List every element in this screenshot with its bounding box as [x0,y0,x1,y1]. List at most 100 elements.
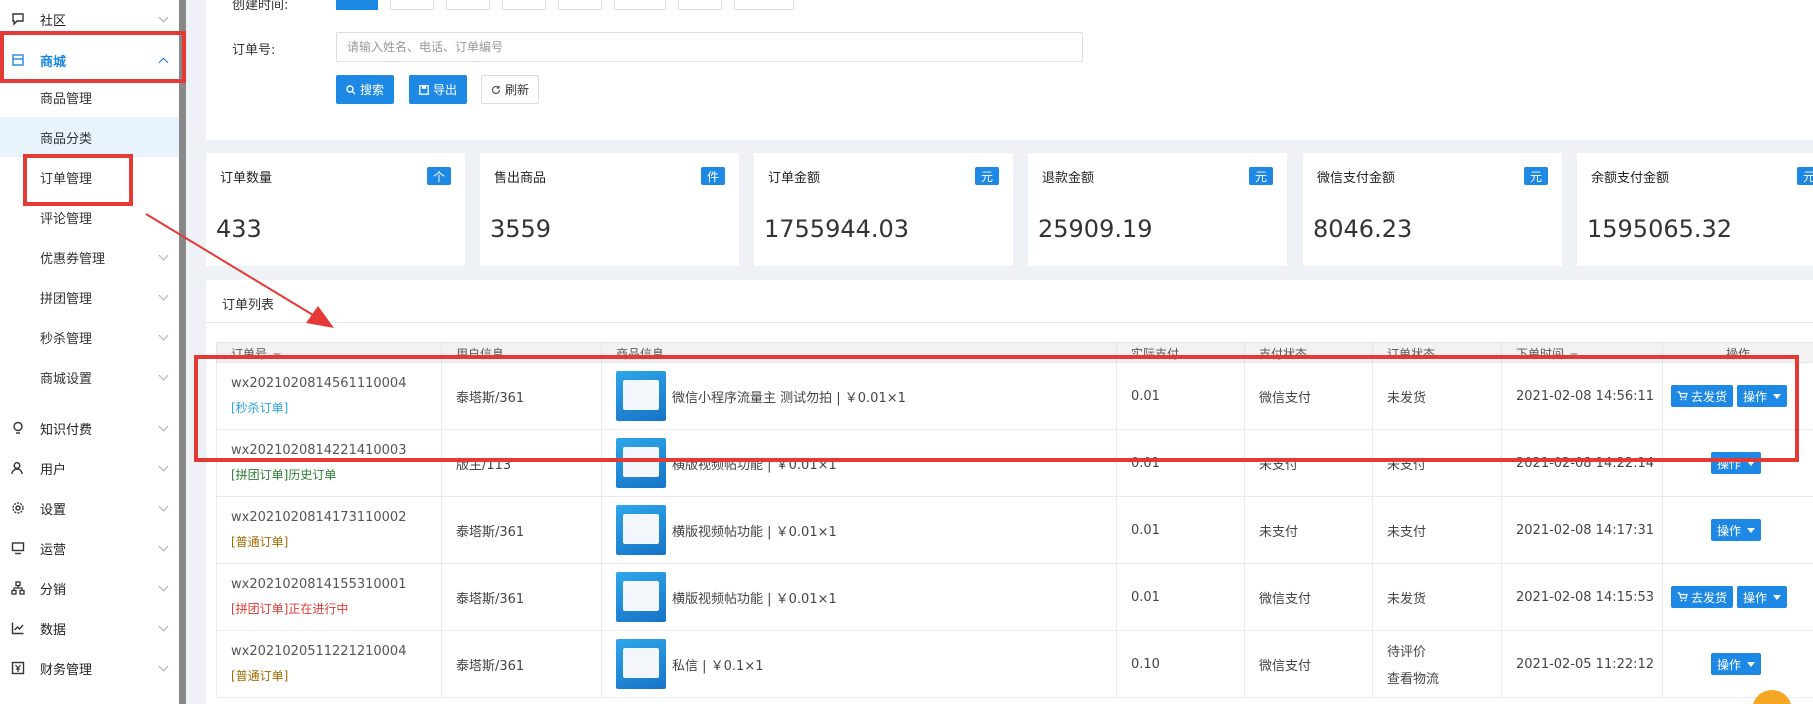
time-chip[interactable] [558,0,602,10]
order-status-cell: 未支付 [1372,429,1502,497]
order-number[interactable]: wx2021020511221210004 [231,644,441,659]
time-chip[interactable] [502,0,546,10]
goods-text: 微信小程序流量主 测试勿拍 | ￥0.01×1 [672,390,906,406]
goods-text: 横版视频帖功能 | ￥0.01×1 [672,457,837,473]
time-chip[interactable] [614,0,666,10]
stat-unit-badge: 元 [1524,167,1548,185]
sidebar-sub-reviews[interactable]: 评论管理 [0,197,179,237]
order-number[interactable]: wx2021020814155310001 [231,577,441,592]
sidebar-item-operations[interactable]: 运营 [0,529,179,567]
operation-dropdown[interactable]: 操作 [1710,452,1761,474]
caret-down-icon [1747,460,1755,466]
order-no-label: 订单号: [232,43,276,58]
column-header-label: 下单时间 [1516,347,1565,361]
refresh-button[interactable]: 刷新 [481,75,539,104]
chevron-down-icon [158,541,169,551]
order-status-cell: 未支付 [1372,496,1502,564]
order-status-cell: 待评价 查看物流 [1372,630,1502,698]
export-button[interactable]: 导出 [409,75,467,104]
product-thumbnail [616,505,666,555]
sidebar-sub-categories[interactable]: 商品分类 [0,117,179,157]
operation-dropdown[interactable]: 操作 [1710,519,1761,541]
time-chip[interactable] [678,0,722,10]
column-header-label: 用户信息 [456,347,505,361]
stat-unit-badge: 个 [427,167,451,185]
column-header-label: 操作 [1725,347,1750,361]
order-status-cell: 未发货 [1372,362,1502,430]
stat-value: 1755944.03 [764,215,910,243]
sidebar-item-knowledge[interactable]: 知识付费 [0,409,179,447]
table-row: wx2021020814155310001 [拼团订单]正在进行中 泰塔斯/361… [216,563,1813,631]
sort-icon[interactable] [273,353,282,358]
order-search-input[interactable] [336,32,1083,62]
sidebar-sub-group-buy[interactable]: 拼团管理 [0,277,179,317]
column-header-order-no[interactable]: 订单号 [216,342,442,363]
caret-down-icon [1773,393,1782,399]
chevron-down-icon [158,661,169,671]
time-chip-all[interactable] [336,0,378,10]
ship-button[interactable]: 去发货 [1671,385,1734,407]
search-button[interactable]: 搜索 [336,75,394,104]
operation-dropdown[interactable]: 操作 [1737,586,1788,608]
actions-cell: 操作 [1662,630,1813,698]
time-chip[interactable] [446,0,490,10]
order-number[interactable]: wx2021020814221410003 [231,443,441,458]
pay-status-cell: 微信支付 [1244,630,1373,698]
ship-button-label: 去发货 [1691,389,1728,404]
sidebar-sub-orders[interactable]: 订单管理 [0,157,179,197]
view-logistics-link[interactable]: 查看物流 [1387,668,1501,687]
sidebar-sub-coupons[interactable]: 优惠券管理 [0,237,179,277]
sidebar-item-label: 设置 [40,502,67,518]
caret-down-icon [1747,661,1755,667]
divider [206,322,1813,323]
chevron-down-icon [158,461,169,471]
column-header-label: 订单状态 [1387,347,1436,361]
sidebar-item-label: 知识付费 [40,422,93,438]
sidebar-sub-mall-settings[interactable]: 商城设置 [0,357,179,397]
actions-cell: 操作 [1662,496,1813,564]
sidebar-item-community[interactable]: 社区 [0,0,179,38]
operation-label: 操作 [1743,590,1768,605]
pay-status-cell: 未支付 [1244,496,1373,564]
sidebar-sub-products[interactable]: 商品管理 [0,77,179,117]
operation-dropdown[interactable]: 操作 [1737,385,1788,407]
sidebar-item-finance[interactable]: 财务管理 [0,649,179,687]
table-row: wx2021020814221410003 [拼团订单]历史订单 版主/113 横… [216,429,1813,497]
operation-dropdown[interactable]: 操作 [1710,653,1761,675]
goods-text: 私信 | ￥0.1×1 [672,658,764,674]
stat-unit-badge: 元 [975,167,999,185]
order-number[interactable]: wx2021020814173110002 [231,510,441,525]
time-cell: 2021-02-08 14:15:53 [1501,563,1663,631]
time-chip[interactable] [390,0,434,10]
sidebar-item-mall[interactable]: 商城 [0,41,179,79]
column-header-label: 支付状态 [1259,347,1308,361]
sidebar-sub-label: 商品分类 [40,131,93,147]
paid-cell: 0.01 [1116,563,1245,631]
stat-title: 微信支付金额 [1317,171,1396,186]
sidebar-item-users[interactable]: 用户 [0,449,179,487]
sidebar-item-distribution[interactable]: 分销 [0,569,179,607]
column-header-time[interactable]: 下单时间 [1501,342,1663,363]
order-no-cell: wx2021020814173110002 [普通订单] [216,496,442,564]
sort-icon[interactable] [1570,353,1579,358]
time-chip-custom[interactable] [734,0,794,10]
stat-card-orders: 订单数量 个 433 [206,153,465,266]
actions-cell: 操作 [1662,429,1813,497]
network-icon [10,580,26,596]
sidebar-item-settings[interactable]: 设置 [0,489,179,527]
time-cell: 2021-02-08 14:22:14 [1501,429,1663,497]
chevron-up-icon [158,57,169,67]
column-header-label: 商品信息 [616,347,665,361]
sidebar-sub-flash-sale[interactable]: 秒杀管理 [0,317,179,357]
stat-card-refund-amount: 退款金额 元 25909.19 [1028,153,1287,266]
created-time-label: 创建时间: [232,0,289,13]
user-cell: 泰塔斯/361 [441,563,602,631]
stat-title: 余额支付金额 [1591,171,1670,186]
user-cell: 版主/113 [441,429,602,497]
sidebar-item-data[interactable]: 数据 [0,609,179,647]
order-number[interactable]: wx2021020814561110004 [231,376,441,391]
operation-label: 操作 [1743,389,1768,404]
product-thumbnail [616,438,666,488]
ship-button[interactable]: 去发货 [1671,586,1734,608]
sidebar-sub-label: 商品管理 [40,91,93,107]
